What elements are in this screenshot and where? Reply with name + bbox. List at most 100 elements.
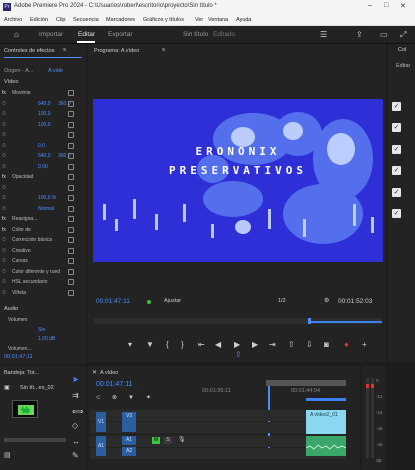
- effect-row[interactable]: ⏱ Normal: [0, 205, 80, 214]
- menu-ver[interactable]: Ver: [195, 17, 203, 23]
- fx-icon[interactable]: fx: [2, 216, 6, 222]
- keyframe-toggle[interactable]: [68, 247, 74, 254]
- stopwatch-icon[interactable]: ⏱: [2, 195, 6, 201]
- mark-in-icon[interactable]: ▾: [128, 341, 132, 349]
- sequence-title[interactable]: A vídeo: [100, 370, 118, 376]
- fx-icon[interactable]: fx: [2, 90, 6, 96]
- effect-row[interactable]: fx Reasigna...: [0, 215, 80, 224]
- fx-icon[interactable]: fx: [2, 174, 6, 180]
- checkbox-4[interactable]: ✓: [392, 166, 401, 175]
- fit-select[interactable]: Ajustar: [164, 298, 181, 304]
- audio-row[interactable]: 1,00 dB: [0, 335, 80, 344]
- keyframe-toggle[interactable]: [68, 226, 74, 233]
- effect-row[interactable]: ⏱ 100,0 %: [0, 194, 80, 203]
- audio-row[interactable]: Volumen: [0, 316, 80, 325]
- effect-row[interactable]: ⏱ Color diferente y rued: [0, 268, 80, 277]
- audio-row[interactable]: Sin: [0, 326, 80, 335]
- program-title[interactable]: Programa: A vídeo: [94, 48, 139, 54]
- effect-row-value[interactable]: 0,00: [38, 164, 48, 170]
- effect-row[interactable]: ⏱ HSL secundario: [0, 278, 80, 287]
- keyframe-toggle[interactable]: [68, 289, 74, 296]
- tab-exportar[interactable]: Exportar: [108, 31, 133, 38]
- source-label[interactable]: Origen - A...: [4, 68, 33, 74]
- pen-tool-icon[interactable]: ✎: [72, 452, 79, 460]
- source-patch-a[interactable]: A1: [96, 436, 106, 456]
- camera-icon[interactable]: ◙: [324, 341, 329, 349]
- menu-graficos[interactable]: Gráficos y títulos: [143, 17, 184, 23]
- stopwatch-icon[interactable]: ⏱: [2, 279, 6, 285]
- effect-row[interactable]: fx Movimie: [0, 89, 80, 98]
- add-marker-icon[interactable]: ▼: [146, 341, 154, 349]
- go-to-out-icon[interactable]: ⇥: [269, 341, 276, 349]
- quick-export-icon[interactable]: ⇪: [356, 31, 363, 39]
- audio-row-value[interactable]: Sin: [38, 327, 45, 333]
- keyframe-toggle[interactable]: [68, 258, 74, 264]
- keyframe-toggle[interactable]: [68, 121, 74, 128]
- keyframe-toggle[interactable]: [68, 111, 74, 117]
- lift-icon[interactable]: ⇧: [288, 341, 295, 349]
- keyframe-toggle[interactable]: [68, 174, 74, 180]
- effect-row[interactable]: ⏱ Corrección básica: [0, 236, 80, 245]
- voiceover-icon[interactable]: 🎙: [178, 436, 186, 444]
- effect-row-value[interactable]: 640,0: [38, 153, 51, 159]
- stopwatch-icon[interactable]: ⏱: [2, 132, 6, 138]
- effect-row-value[interactable]: 100,0 %: [38, 195, 56, 201]
- stopwatch-icon[interactable]: ⏱: [2, 248, 6, 254]
- step-forward-icon[interactable]: ▶: [252, 341, 258, 349]
- track-label-a1[interactable]: A1: [122, 436, 136, 445]
- settings-wrench-icon[interactable]: ✦: [146, 394, 151, 402]
- keyframe-toggle[interactable]: [68, 237, 74, 243]
- stopwatch-icon[interactable]: ⏱: [2, 111, 6, 117]
- bin-item-name[interactable]: Sin tít...es_02: [20, 385, 54, 391]
- stopwatch-icon[interactable]: ⏱: [2, 206, 6, 212]
- effect-row[interactable]: ⏱ 0,00: [0, 163, 80, 172]
- stopwatch-icon[interactable]: ⏱: [2, 237, 6, 243]
- audio-row[interactable]: Volumen...: [0, 345, 80, 354]
- linked-icon[interactable]: ⊗: [112, 394, 117, 402]
- checkbox-3[interactable]: ✓: [392, 145, 401, 154]
- stopwatch-icon[interactable]: ⏱: [2, 153, 6, 159]
- play-icon[interactable]: ▶: [234, 341, 240, 349]
- minimize-icon[interactable]: –: [368, 2, 372, 9]
- effect-controls-title[interactable]: Controles de efectos: [4, 48, 54, 54]
- record-icon[interactable]: ●: [344, 341, 349, 349]
- effect-row[interactable]: fx Color de: [0, 226, 80, 235]
- keyframe-toggle[interactable]: [68, 216, 74, 222]
- menu-clip[interactable]: Clip: [56, 17, 65, 23]
- mute-button[interactable]: M: [152, 437, 160, 444]
- stopwatch-icon[interactable]: ⏱: [2, 122, 6, 128]
- effects-timecode[interactable]: 00;01;47;11: [4, 354, 33, 360]
- audio-row-value[interactable]: 1,00 dB: [38, 336, 55, 342]
- video-frame[interactable]: ERONONIX PRESERVATIVOS: [93, 99, 383, 262]
- effect-row-value[interactable]: 0,0: [38, 143, 45, 149]
- snap-icon[interactable]: ⊂: [96, 394, 101, 402]
- fullscreen-icon[interactable]: ⤢: [400, 31, 406, 39]
- resolution-select[interactable]: 1/2: [278, 298, 286, 304]
- workspaces-icon[interactable]: ☰: [320, 31, 327, 39]
- menu-ventana[interactable]: Ventana: [208, 17, 228, 23]
- stopwatch-icon[interactable]: ⏱: [2, 258, 6, 264]
- effect-row[interactable]: fx Opacidad: [0, 173, 80, 182]
- bin-title[interactable]: Bandeja: Tot...: [4, 370, 39, 376]
- keyframe-toggle[interactable]: [68, 132, 74, 138]
- keyframe-toggle[interactable]: [68, 142, 74, 149]
- effect-row[interactable]: ⏱ 640,0 360,0: [0, 152, 80, 161]
- home-icon[interactable]: ⌂: [14, 31, 19, 39]
- tab-importar[interactable]: Importar: [39, 31, 63, 38]
- checkbox-2[interactable]: ✓: [392, 123, 401, 132]
- go-to-in-icon[interactable]: ⇤: [198, 341, 205, 349]
- keyframe-toggle[interactable]: [68, 279, 74, 285]
- effect-row[interactable]: ⏱ 100,0: [0, 110, 80, 119]
- menu-archivo[interactable]: Archivo: [4, 17, 22, 23]
- stopwatch-icon[interactable]: ⏱: [2, 143, 6, 149]
- effect-row[interactable]: ⏱ 640,0 360,0: [0, 100, 80, 109]
- stopwatch-icon[interactable]: ⏱: [2, 101, 6, 107]
- effect-row[interactable]: ⏱ Viñeta: [0, 289, 80, 298]
- video-clip[interactable]: A vídeo2_01: [306, 410, 346, 434]
- effect-row[interactable]: ⏱ Curvas: [0, 257, 80, 266]
- keyframe-toggle[interactable]: [68, 195, 74, 201]
- program-scrubber[interactable]: [94, 318, 382, 324]
- stopwatch-icon[interactable]: ⏱: [2, 164, 6, 170]
- ripple-edit-icon[interactable]: ⟺: [72, 408, 83, 416]
- razor-tool-icon[interactable]: ◇: [72, 422, 78, 430]
